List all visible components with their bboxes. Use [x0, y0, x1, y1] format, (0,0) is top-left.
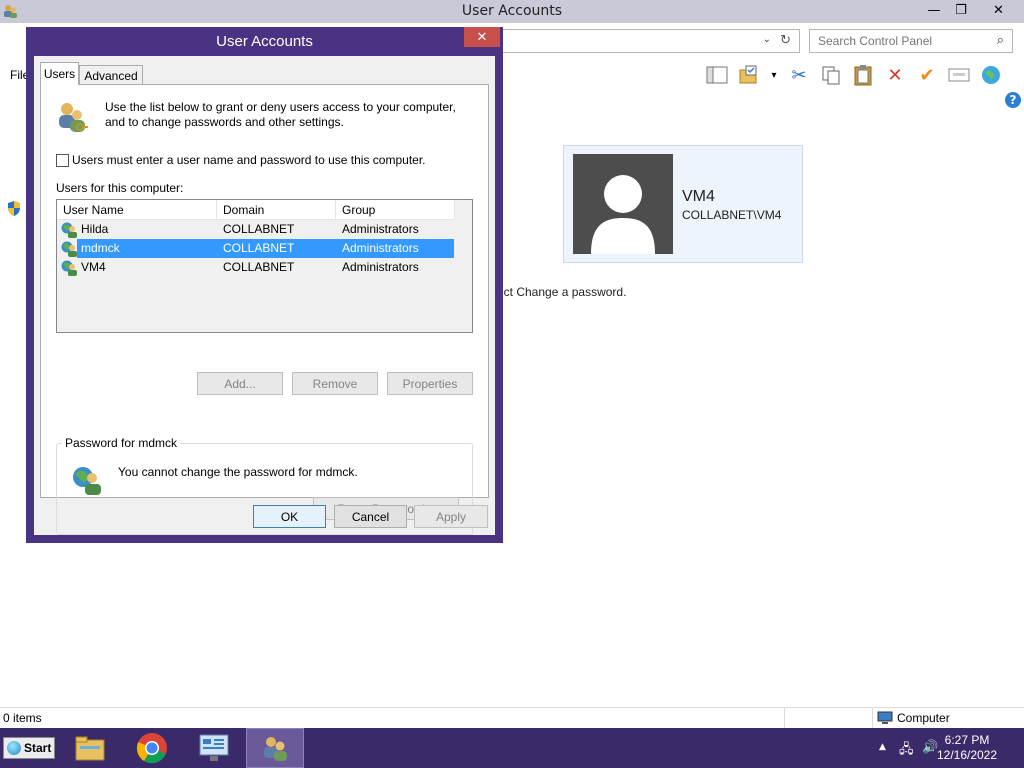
user-accounts-icon: [264, 737, 287, 761]
checkmark-icon[interactable]: ✔: [914, 62, 940, 88]
cancel-button[interactable]: Cancel: [334, 505, 407, 528]
globe-icon[interactable]: [978, 62, 1004, 88]
status-computer-label: Computer: [897, 711, 950, 725]
minimize-button[interactable]: —: [922, 0, 946, 20]
clock[interactable]: 6:27 PM 12/16/2022: [932, 733, 1002, 763]
search-box[interactable]: ⌕: [809, 29, 1013, 53]
users-list-header: User Name Domain Group: [57, 200, 455, 220]
properties-icon[interactable]: [946, 62, 972, 88]
layout-icon[interactable]: [704, 62, 730, 88]
cell-domain: COLLABNET: [223, 222, 295, 236]
chrome-icon: [136, 733, 167, 764]
ok-button[interactable]: OK: [253, 505, 326, 528]
server-manager-icon: [199, 734, 229, 761]
column-domain[interactable]: Domain: [217, 200, 336, 220]
cell-group: Administrators: [342, 260, 419, 274]
file-explorer-icon: [75, 736, 105, 761]
table-row-selected[interactable]: mdmck COLLABNET Administrators: [57, 239, 454, 258]
status-divider: [872, 708, 873, 728]
chevron-down-icon[interactable]: ⌄: [763, 34, 771, 45]
search-icon[interactable]: ⌕: [997, 33, 1004, 48]
properties-button[interactable]: Properties: [387, 372, 473, 395]
clock-date: 12/16/2022: [936, 748, 998, 762]
delete-icon[interactable]: ✕: [882, 62, 908, 88]
taskbar-file-explorer[interactable]: [61, 728, 119, 768]
taskbar-server-manager[interactable]: [185, 728, 243, 768]
folder-options-icon[interactable]: [736, 62, 762, 88]
status-divider: [784, 708, 785, 728]
cell-user-name: Hilda: [81, 222, 109, 236]
cell-domain: COLLABNET: [223, 241, 295, 255]
must-login-option[interactable]: Users must enter a user name and passwor…: [56, 153, 426, 167]
must-login-label[interactable]: Users must enter a user name and passwor…: [72, 153, 426, 167]
users-list-caption: Users for this computer:: [56, 181, 184, 195]
search-input[interactable]: [818, 34, 988, 48]
dialog-close-button[interactable]: ✕: [464, 27, 500, 47]
users-icon: [59, 103, 88, 132]
cell-group: Administrators: [342, 222, 419, 236]
user-tile-domain: COLLABNET\VM4: [682, 208, 782, 222]
chevron-down-icon[interactable]: ▾: [768, 62, 780, 88]
start-orb-icon: [7, 741, 21, 755]
tab-users[interactable]: Users: [40, 62, 79, 85]
cell-group: Administrators: [342, 241, 419, 255]
start-button[interactable]: Start: [3, 737, 55, 759]
toolbar: ▾ ✂ ✕ ✔: [704, 62, 1004, 88]
cut-icon[interactable]: ✂: [786, 62, 812, 88]
domain-user-icon: [61, 222, 77, 238]
refresh-icon[interactable]: ↻: [780, 33, 791, 48]
dialog-client: Users Advanced Use the list below to gra…: [34, 56, 495, 535]
restore-button[interactable]: ❐: [949, 0, 973, 20]
start-label: Start: [24, 741, 52, 755]
column-user-name[interactable]: User Name: [57, 200, 217, 220]
status-bar: 0 items Computer: [0, 707, 1024, 728]
taskbar: Start ▲ 🖧 🔊 6:27 PM 12/16/2022: [0, 728, 1024, 768]
dialog-title: User Accounts: [216, 33, 313, 50]
users-tab-panel: Use the list below to grant or deny user…: [40, 84, 489, 535]
network-icon[interactable]: 🖧: [899, 740, 914, 762]
user-accounts-dialog: User Accounts ✕ Users Advanced Use the l…: [26, 27, 503, 543]
computer-icon: [877, 711, 893, 724]
status-item-count: 0 items: [3, 711, 42, 725]
hint-text: ect Change a password.: [497, 285, 627, 299]
apply-button[interactable]: Apply: [414, 505, 488, 528]
column-group[interactable]: Group: [336, 200, 455, 220]
main-close-button[interactable]: ✕: [976, 0, 1021, 20]
cell-domain: COLLABNET: [223, 260, 295, 274]
users-list[interactable]: User Name Domain Group Hilda COLLABNET A…: [56, 199, 473, 333]
cell-user-name: VM4: [81, 260, 106, 274]
intro-text: Use the list below to grant or deny user…: [105, 100, 456, 129]
table-row[interactable]: VM4 COLLABNET Administrators: [57, 258, 454, 277]
add-button[interactable]: Add...: [197, 372, 283, 395]
domain-user-icon: [61, 260, 77, 276]
password-group-legend: Password for mdmck: [62, 436, 181, 450]
taskbar-chrome[interactable]: [123, 728, 181, 768]
shield-icon: [8, 201, 20, 216]
paste-icon[interactable]: [850, 62, 876, 88]
help-icon[interactable]: ?: [1005, 92, 1021, 108]
status-computer: Computer: [877, 711, 950, 725]
show-hidden-icons-icon[interactable]: ▲: [879, 742, 886, 752]
must-login-checkbox[interactable]: [56, 153, 69, 167]
cell-user-name: mdmck: [81, 241, 120, 255]
table-row[interactable]: Hilda COLLABNET Administrators: [57, 220, 454, 239]
user-avatar: [573, 154, 673, 254]
remove-button[interactable]: Remove: [292, 372, 378, 395]
user-tile: VM4 COLLABNET\VM4: [563, 145, 803, 263]
main-window-title: User Accounts: [461, 3, 563, 19]
password-message: You cannot change the password for mdmck…: [118, 465, 358, 479]
address-bar[interactable]: ⌄ ↻: [480, 29, 800, 53]
domain-user-icon: [61, 241, 77, 257]
user-tile-name: VM4: [682, 188, 715, 205]
copy-icon[interactable]: [818, 62, 844, 88]
domain-user-icon: [73, 467, 101, 495]
tab-advanced[interactable]: Advanced: [79, 65, 143, 86]
clock-time: 6:27 PM: [944, 733, 990, 747]
main-titlebar: User Accounts — ❐ ✕: [0, 0, 1024, 23]
taskbar-user-accounts[interactable]: [246, 728, 304, 768]
